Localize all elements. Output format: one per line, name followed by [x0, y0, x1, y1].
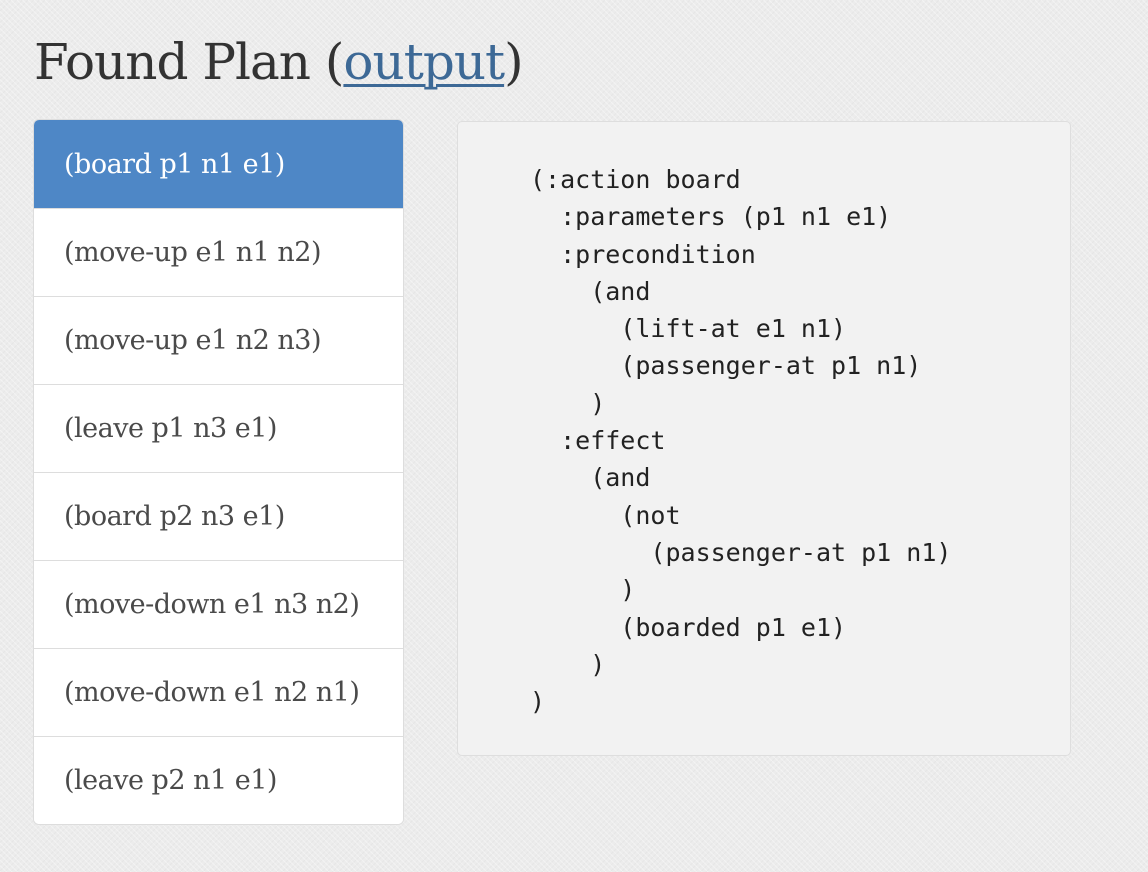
plan-step-item[interactable]: (leave p1 n3 e1) [34, 384, 403, 472]
plan-step-item[interactable]: (board p2 n3 e1) [34, 472, 403, 560]
action-detail-panel: (:action board :parameters (p1 n1 e1) :p… [457, 121, 1071, 756]
output-link[interactable]: output [343, 33, 505, 91]
plan-step-list: (board p1 n1 e1) (move-up e1 n1 n2) (mov… [34, 120, 403, 824]
page-title: Found Plan (output) [34, 26, 524, 98]
action-code: (:action board :parameters (p1 n1 e1) :p… [530, 165, 952, 717]
page-title-prefix: Found Plan ( [34, 33, 344, 91]
plan-step-item[interactable]: (move-up e1 n2 n3) [34, 296, 403, 384]
plan-step-item[interactable]: (leave p2 n1 e1) [34, 736, 403, 824]
plan-step-item[interactable]: (move-down e1 n3 n2) [34, 560, 403, 648]
plan-step-item[interactable]: (board p1 n1 e1) [34, 120, 403, 208]
plan-step-item[interactable]: (move-down e1 n2 n1) [34, 648, 403, 736]
plan-step-item[interactable]: (move-up e1 n1 n2) [34, 208, 403, 296]
page-title-suffix: ) [504, 33, 523, 91]
